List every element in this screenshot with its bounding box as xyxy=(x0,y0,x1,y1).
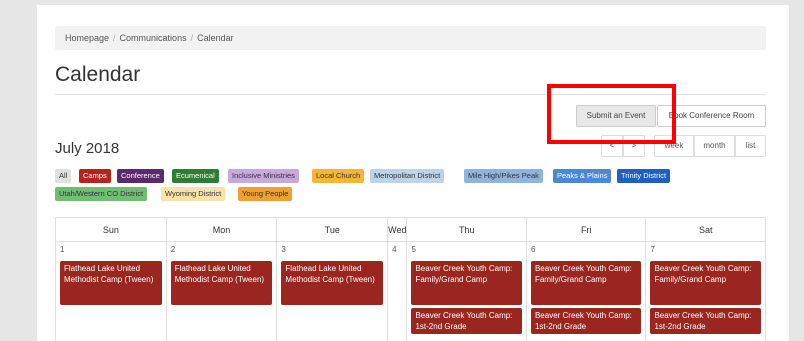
month-view-button[interactable]: month xyxy=(694,135,735,157)
filter-camps[interactable]: Camps xyxy=(79,169,111,183)
weekday-tue: Tue xyxy=(276,217,389,242)
calendar-event[interactable]: Beaver Creek Youth Camp: 1st-2nd Grade xyxy=(530,308,642,334)
weekday-fri: Fri xyxy=(525,217,647,242)
filter-utah-western-co-district[interactable]: Utah/Western CO District xyxy=(55,187,148,201)
day-number[interactable]: 7 xyxy=(646,242,765,259)
calendar-event[interactable]: Flathead Lake United Methodist Camp (Twe… xyxy=(60,261,162,305)
filter-conference[interactable]: Conference xyxy=(117,169,164,183)
day-cell[interactable]: 5 Beaver Creek Youth Camp: Family/Grand … xyxy=(406,241,527,341)
highlight-box xyxy=(547,84,676,144)
filter-mile-high-pikes-peak[interactable]: Mile High/Pikes Peak xyxy=(464,169,543,183)
day-number[interactable]: 5 xyxy=(407,242,526,259)
filter-peaks-plains[interactable]: Peaks & Plains xyxy=(553,169,612,183)
filter-ecumenical[interactable]: Ecumenical xyxy=(172,169,219,183)
breadcrumb-communications[interactable]: Communications xyxy=(120,33,187,43)
weekday-mon: Mon xyxy=(165,217,278,242)
day-cell[interactable]: 4 xyxy=(387,241,408,341)
day-cell[interactable]: 2 Flathead Lake United Methodist Camp (T… xyxy=(165,241,278,341)
page-title: Calendar xyxy=(55,63,141,86)
filter-all[interactable]: All xyxy=(55,169,72,183)
calendar-event[interactable]: Flathead Lake United Methodist Camp (Twe… xyxy=(170,261,273,305)
breadcrumb: Homepage / Communications / Calendar xyxy=(55,26,766,50)
day-cell[interactable]: 3 Flathead Lake United Methodist Camp (T… xyxy=(276,241,389,341)
calendar-event[interactable]: Beaver Creek Youth Camp: 1st-2nd Grade xyxy=(411,308,522,334)
filter-wyoming-district[interactable]: Wyoming District xyxy=(161,187,226,201)
breadcrumb-separator: / xyxy=(190,33,194,43)
breadcrumb-homepage[interactable]: Homepage xyxy=(65,33,109,43)
list-view-button[interactable]: list xyxy=(735,135,766,157)
breadcrumb-separator: / xyxy=(113,33,116,43)
day-cell[interactable]: 6 Beaver Creek Youth Camp: Family/Grand … xyxy=(525,241,647,341)
filter-inclusive-ministries[interactable]: Inclusive Ministries xyxy=(228,169,299,183)
breadcrumb-calendar: Calendar xyxy=(197,33,234,43)
filter-local-church[interactable]: Local Church xyxy=(312,169,365,183)
day-cell[interactable]: 7 Beaver Creek Youth Camp: Family/Grand … xyxy=(645,241,766,341)
day-number[interactable]: 3 xyxy=(277,242,387,259)
weekday-wed: Wed xyxy=(387,217,408,242)
day-number[interactable]: 2 xyxy=(167,242,277,259)
weekday-header-row: Sun Mon Tue Wed Thu Fri Sat xyxy=(55,217,766,242)
calendar-event[interactable]: Beaver Creek Youth Camp: Family/Grand Ca… xyxy=(411,261,522,305)
day-cell[interactable]: 1 Flathead Lake United Methodist Camp (T… xyxy=(55,241,167,341)
filter-trinity-district[interactable]: Trinity District xyxy=(617,169,671,183)
calendar-event[interactable]: Beaver Creek Youth Camp: 1st-2nd Grade xyxy=(650,308,761,334)
filter-metropolitan-district[interactable]: Metropolitan District xyxy=(370,169,445,183)
week-row: 1 Flathead Lake United Methodist Camp (T… xyxy=(55,241,766,341)
day-number[interactable]: 4 xyxy=(388,242,406,259)
filter-young-people[interactable]: Young People xyxy=(238,187,293,201)
weekday-sat: Sat xyxy=(645,217,766,242)
weekday-thu: Thu xyxy=(406,217,527,242)
calendar-event[interactable]: Beaver Creek Youth Camp: Family/Grand Ca… xyxy=(530,261,642,305)
calendar-month-title: July 2018 xyxy=(55,140,120,157)
day-number[interactable]: 1 xyxy=(56,242,166,259)
calendar-event[interactable]: Flathead Lake United Methodist Camp (Twe… xyxy=(281,261,384,305)
page-container: Homepage / Communications / Calendar Calenda… xyxy=(37,5,789,341)
calendar-grid: Sun Mon Tue Wed Thu Fri Sat 1 Flathead L… xyxy=(55,217,766,341)
calendar-event[interactable]: Beaver Creek Youth Camp: Family/Grand Ca… xyxy=(650,261,761,305)
day-number[interactable]: 6 xyxy=(527,242,646,259)
weekday-sun: Sun xyxy=(55,217,167,242)
